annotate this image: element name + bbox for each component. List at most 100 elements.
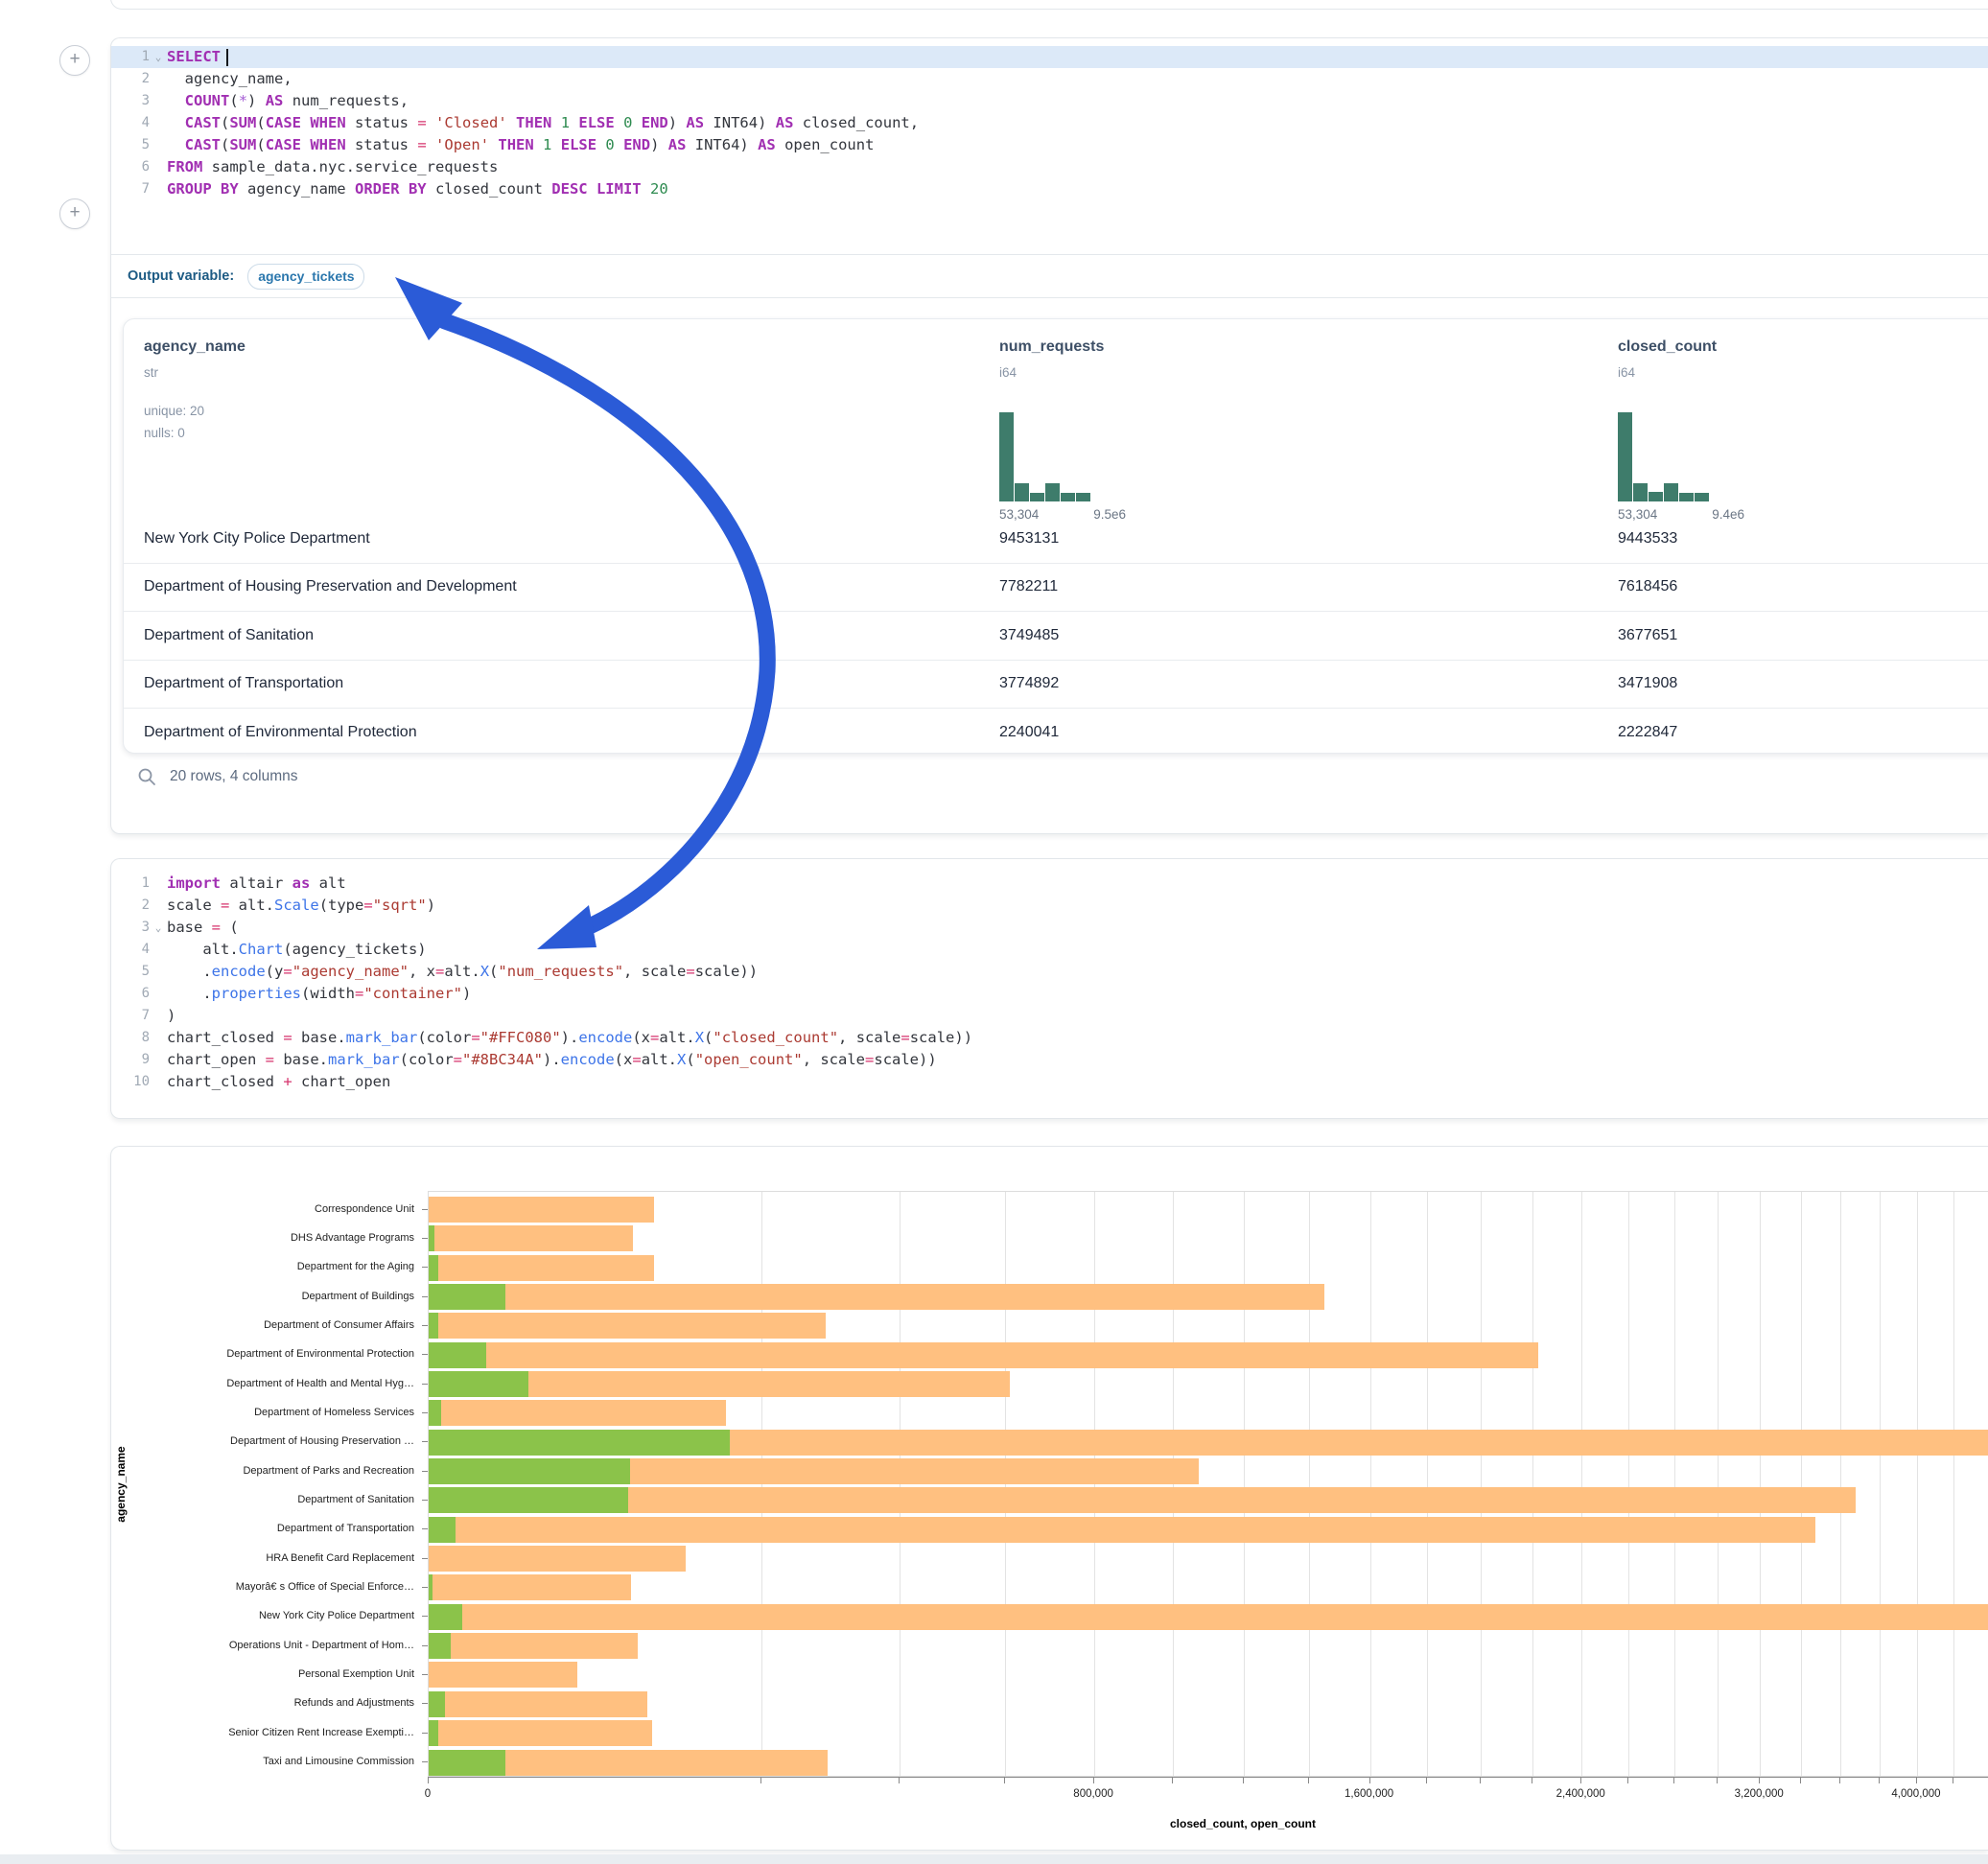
x-axis-tick bbox=[1759, 1778, 1760, 1783]
code-line[interactable]: 2scale = alt.Scale(type="sqrt") bbox=[111, 895, 1988, 917]
code-line[interactable]: 5 CAST(SUM(CASE WHEN status = 'Open' THE… bbox=[111, 134, 1988, 156]
y-axis-category-label: Department for the Aging bbox=[297, 1261, 414, 1272]
line-number: 8 bbox=[111, 1027, 150, 1049]
code-line[interactable]: 3 COUNT(*) AS num_requests, bbox=[111, 90, 1988, 112]
y-axis-category-label: Department of Sanitation bbox=[297, 1494, 414, 1505]
histogram-bar bbox=[1649, 492, 1663, 501]
y-axis-tick bbox=[422, 1471, 428, 1472]
bar-closed-count bbox=[429, 1691, 647, 1717]
column-stat-nulls: nulls: 0 bbox=[144, 426, 185, 440]
code-line[interactable]: 10chart_closed + chart_open bbox=[111, 1071, 1988, 1093]
y-axis-category-label: Department of Homeless Services bbox=[254, 1407, 414, 1418]
fold-marker[interactable]: ⌄ bbox=[150, 917, 167, 939]
line-number: 1 bbox=[111, 46, 150, 68]
cell-agency-name: Department of Housing Preservation and D… bbox=[144, 578, 517, 595]
code-line[interactable]: 7GROUP BY agency_name ORDER BY closed_co… bbox=[111, 178, 1988, 200]
bar-open-count bbox=[429, 1371, 528, 1397]
y-axis-tick bbox=[422, 1384, 428, 1385]
y-axis-category-label: Department of Housing Preservation … bbox=[230, 1435, 414, 1447]
search-icon[interactable] bbox=[137, 767, 156, 786]
bar-closed-count bbox=[429, 1313, 826, 1339]
x-axis-tick bbox=[1800, 1778, 1801, 1783]
chart-output-cell: agency_name Correspondence UnitDHS Advan… bbox=[110, 1146, 1988, 1851]
line-number: 4 bbox=[111, 112, 150, 134]
cell-closed-count: 7618456 bbox=[1618, 578, 1677, 595]
y-axis-tick bbox=[422, 1674, 428, 1675]
y-axis-category-label: Department of Health and Mental Hyg… bbox=[226, 1378, 414, 1389]
x-axis-tick-label: 0 bbox=[425, 1788, 431, 1800]
histogram-bar bbox=[1030, 493, 1044, 501]
code-line[interactable]: 5 .encode(y="agency_name", x=alt.X("num_… bbox=[111, 961, 1988, 983]
code-line[interactable]: 4 CAST(SUM(CASE WHEN status = 'Closed' T… bbox=[111, 112, 1988, 134]
python-code-editor[interactable]: 1 import altair as alt2scale = alt.Scale(… bbox=[111, 859, 1988, 1093]
fold-marker bbox=[150, 134, 167, 156]
y-axis-category-label: HRA Benefit Card Replacement bbox=[266, 1552, 414, 1564]
code-text: .encode(y="agency_name", x=alt.X("num_re… bbox=[167, 961, 1988, 983]
bar-open-count bbox=[429, 1487, 628, 1513]
code-line[interactable]: 2 agency_name, bbox=[111, 68, 1988, 90]
table-row[interactable]: Department of Transportation377489234719… bbox=[124, 660, 1988, 709]
code-line[interactable]: 1⌄SELECT bbox=[111, 46, 1988, 68]
y-axis-category-label: Refunds and Adjustments bbox=[294, 1697, 414, 1709]
bar-closed-count bbox=[429, 1517, 1815, 1543]
fold-marker[interactable]: ⌄ bbox=[150, 46, 167, 68]
y-axis-category-label: Operations Unit - Department of Hom… bbox=[229, 1640, 414, 1651]
y-axis-tick bbox=[422, 1267, 428, 1268]
column-type-agency-name: str bbox=[144, 365, 158, 380]
x-axis-tick bbox=[760, 1778, 761, 1783]
column-header-agency-name: agency_name bbox=[144, 338, 246, 356]
y-axis-category-label: Department of Buildings bbox=[302, 1291, 414, 1302]
y-axis-category-label: Department of Parks and Recreation bbox=[243, 1465, 414, 1477]
code-text: import altair as alt bbox=[167, 873, 1988, 895]
sql-code-editor[interactable]: 1⌄SELECT2 agency_name,3 COUNT(*) AS num_… bbox=[111, 38, 1988, 200]
code-text: .properties(width="container") bbox=[167, 983, 1988, 1005]
code-line[interactable]: 3⌄base = ( bbox=[111, 917, 1988, 939]
table-row[interactable]: Department of Sanitation37494853677651 bbox=[124, 611, 1988, 660]
code-text: FROM sample_data.nyc.service_requests bbox=[167, 156, 1988, 178]
bar-chart-plot-area bbox=[428, 1191, 1988, 1777]
bar-open-count bbox=[429, 1342, 486, 1368]
gridline bbox=[1309, 1192, 1310, 1776]
code-text: base = ( bbox=[167, 917, 1988, 939]
code-text: scale = alt.Scale(type="sqrt") bbox=[167, 895, 1988, 917]
x-axis: closed_count, open_count 0800,0001,600,0… bbox=[428, 1777, 1988, 1844]
fold-marker bbox=[150, 90, 167, 112]
table-row[interactable]: Department of Housing Preservation and D… bbox=[124, 563, 1988, 612]
code-line[interactable]: 1 import altair as alt bbox=[111, 873, 1988, 895]
output-variable-chip[interactable]: agency_tickets bbox=[247, 264, 364, 290]
y-axis-tick bbox=[422, 1761, 428, 1762]
line-number: 5 bbox=[111, 961, 150, 983]
y-axis-category-label: Personal Exemption Unit bbox=[298, 1668, 414, 1680]
gridline bbox=[1674, 1192, 1675, 1776]
code-line[interactable]: 4 alt.Chart(agency_tickets) bbox=[111, 939, 1988, 961]
cell-agency-name: Department of Transportation bbox=[144, 675, 343, 692]
table-row[interactable]: Department of Environmental Protection22… bbox=[124, 708, 1988, 757]
gridline bbox=[1801, 1192, 1802, 1776]
add-cell-button-middle[interactable]: + bbox=[59, 198, 90, 229]
add-cell-button-top[interactable]: + bbox=[59, 45, 90, 76]
code-text: ) bbox=[167, 1005, 1988, 1027]
y-axis-category-label: Department of Transportation bbox=[277, 1523, 414, 1534]
bar-closed-count bbox=[429, 1633, 638, 1659]
cell-num-requests: 7782211 bbox=[999, 578, 1058, 595]
code-line[interactable]: 9chart_open = base.mark_bar(color="#8BC3… bbox=[111, 1049, 1988, 1071]
code-line[interactable]: 6FROM sample_data.nyc.service_requests bbox=[111, 156, 1988, 178]
code-text: GROUP BY agency_name ORDER BY closed_cou… bbox=[167, 178, 1988, 200]
code-line[interactable]: 8chart_closed = base.mark_bar(color="#FF… bbox=[111, 1027, 1988, 1049]
y-axis-category-label: Taxi and Limousine Commission bbox=[263, 1756, 414, 1767]
bar-open-count bbox=[429, 1720, 438, 1746]
bar-open-count bbox=[429, 1458, 630, 1484]
line-number: 6 bbox=[111, 983, 150, 1005]
x-axis-tick-label: 4,000,000 bbox=[1891, 1788, 1940, 1800]
table-footer: 20 rows, 4 columns bbox=[137, 767, 298, 786]
code-text: alt.Chart(agency_tickets) bbox=[167, 939, 1988, 961]
bar-open-count bbox=[429, 1750, 505, 1776]
code-line[interactable]: 6 .properties(width="container") bbox=[111, 983, 1988, 1005]
table-row[interactable]: New York City Police Department945313194… bbox=[124, 515, 1988, 563]
fold-marker bbox=[150, 939, 167, 961]
line-number: 1 bbox=[111, 873, 150, 895]
y-axis-tick bbox=[422, 1645, 428, 1646]
code-text: CAST(SUM(CASE WHEN status = 'Closed' THE… bbox=[167, 112, 1988, 134]
code-line[interactable]: 7) bbox=[111, 1005, 1988, 1027]
y-axis-category-label: Mayorâ€ s Office of Special Enforce… bbox=[236, 1581, 414, 1593]
